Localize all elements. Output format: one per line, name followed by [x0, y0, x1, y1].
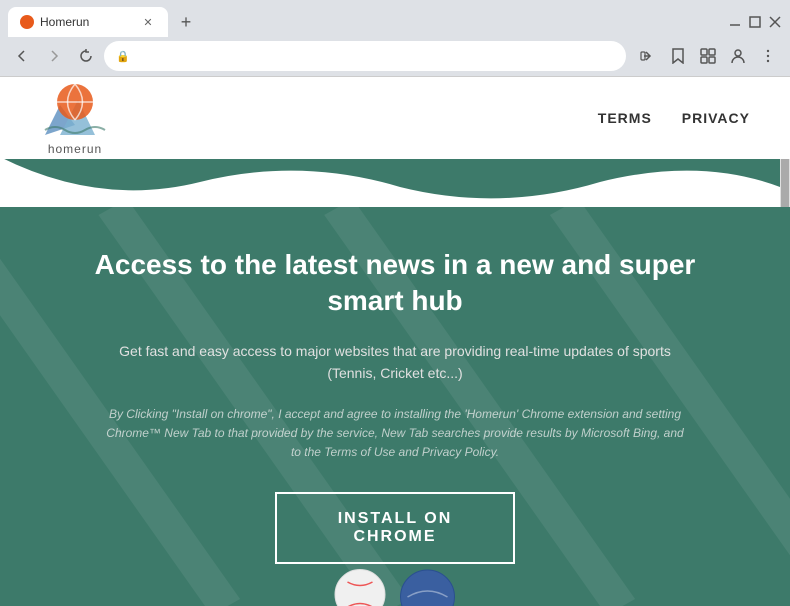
- tab-bar: Homerun ✕ +: [8, 7, 200, 37]
- nav-links: TERMS PRIVACY: [598, 110, 750, 126]
- tab-title: Homerun: [40, 15, 136, 29]
- refresh-button[interactable]: [72, 42, 100, 70]
- back-button[interactable]: [8, 42, 36, 70]
- title-bar: Homerun ✕ +: [0, 0, 790, 36]
- forward-button[interactable]: [40, 42, 68, 70]
- logo-area: homerun: [40, 80, 110, 156]
- hero-subtitle: Get fast and easy access to major websit…: [95, 340, 695, 385]
- web-content: homerun TERMS PRIVACY: [0, 76, 790, 606]
- share-icon[interactable]: [634, 42, 662, 70]
- tab-favicon: [20, 15, 34, 29]
- window-minimize-icon[interactable]: [728, 15, 742, 29]
- menu-icon[interactable]: [754, 42, 782, 70]
- wave-svg: [0, 157, 780, 207]
- browser-toolbar: 🔒: [0, 36, 790, 76]
- window-close-icon[interactable]: [768, 15, 782, 29]
- extensions-icon[interactable]: [694, 42, 722, 70]
- terms-link[interactable]: TERMS: [598, 110, 652, 126]
- lock-icon: 🔒: [116, 50, 130, 63]
- profile-icon[interactable]: [724, 42, 752, 70]
- disclaimer-text: By Clicking "Install on chrome", I accep…: [105, 405, 685, 463]
- browser-frame: Homerun ✕ + 🔒: [0, 0, 790, 606]
- window-maximize-icon[interactable]: [748, 15, 762, 29]
- tab-close-button[interactable]: ✕: [140, 14, 156, 30]
- hero-title: Access to the latest news in a new and s…: [70, 247, 720, 320]
- sports-decoration: [333, 547, 458, 606]
- baseball-icon: [333, 567, 388, 606]
- main-section: Access to the latest news in a new and s…: [0, 207, 790, 606]
- site-header: homerun TERMS PRIVACY: [0, 77, 790, 159]
- logo-text: homerun: [48, 142, 102, 156]
- scrollbar-thumb[interactable]: [781, 155, 789, 215]
- privacy-link[interactable]: PRIVACY: [682, 110, 750, 126]
- toolbar-actions: [634, 42, 782, 70]
- new-tab-button[interactable]: +: [172, 8, 200, 36]
- bookmark-icon[interactable]: [664, 42, 692, 70]
- cricket-ball-icon: [398, 567, 458, 606]
- logo-icon: [40, 80, 110, 140]
- window-controls: [728, 15, 782, 29]
- page-content: homerun TERMS PRIVACY: [0, 77, 790, 606]
- active-tab[interactable]: Homerun ✕: [8, 7, 168, 37]
- address-bar[interactable]: 🔒: [104, 41, 626, 71]
- wave-divider: [0, 157, 790, 207]
